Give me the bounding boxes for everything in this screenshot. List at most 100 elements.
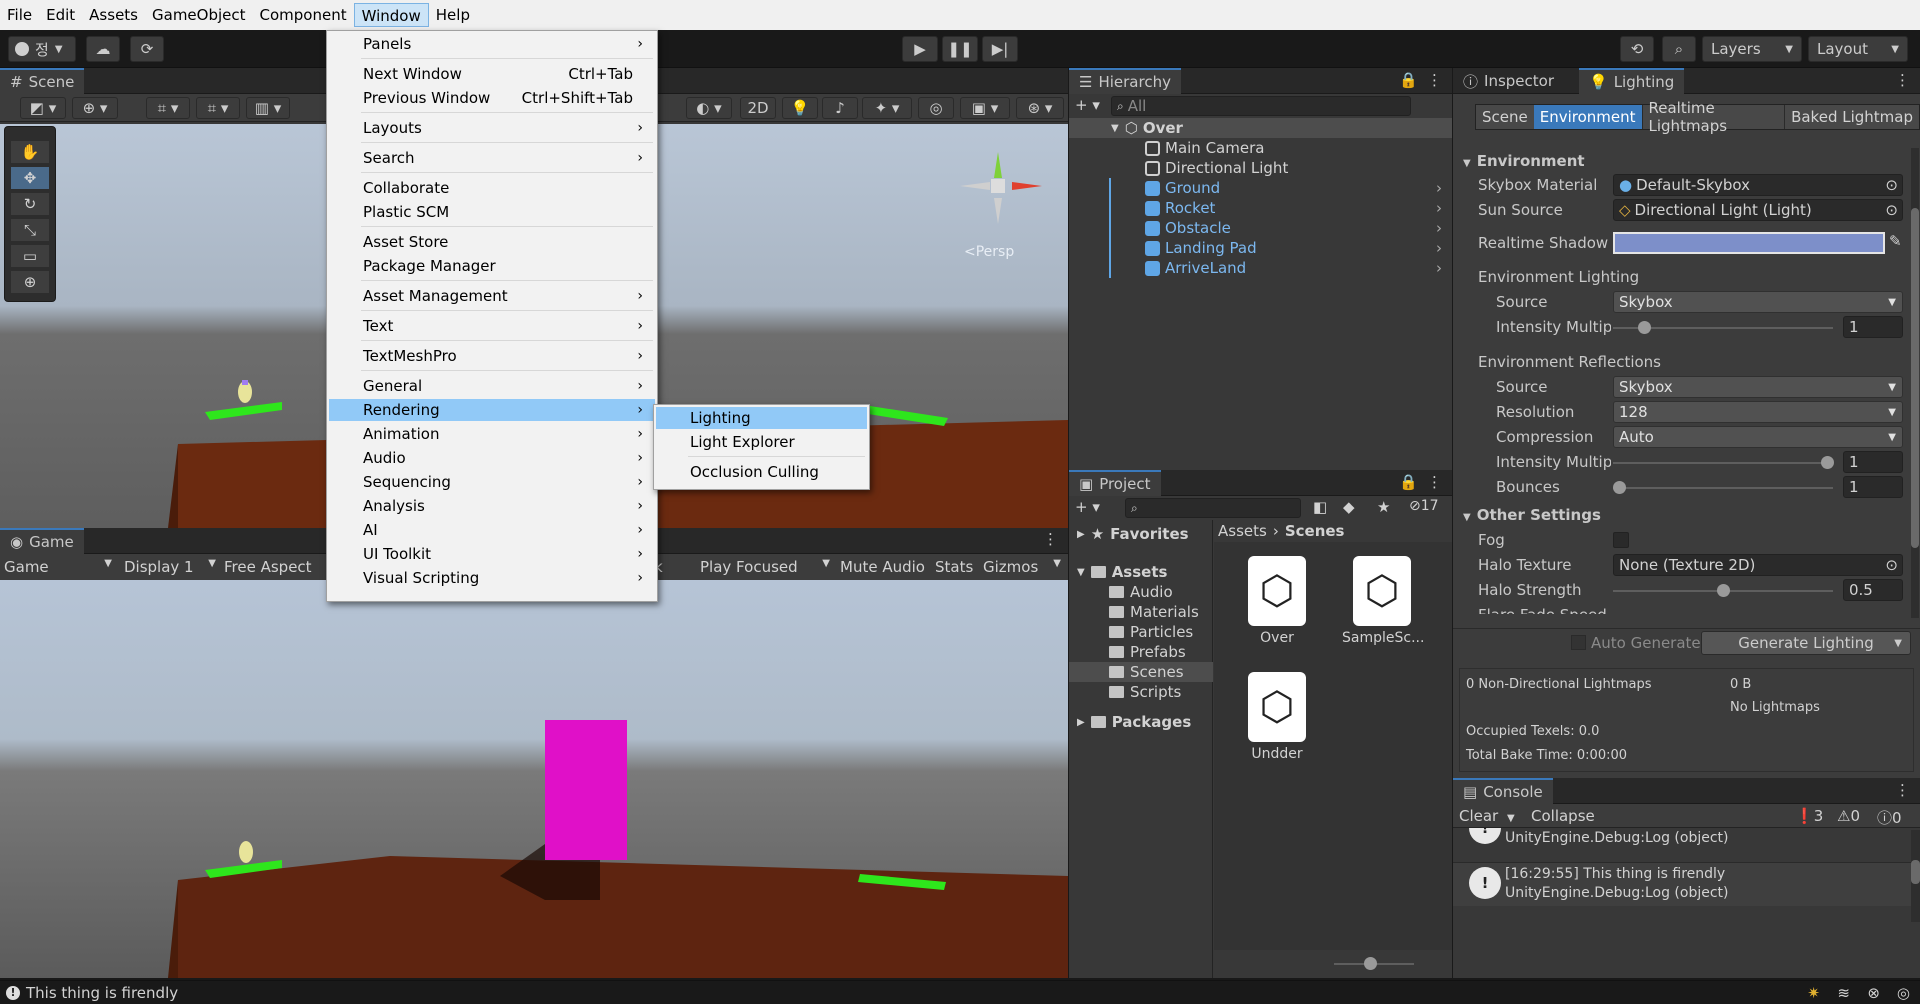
info-filter[interactable]: ⓘ0 [1877,807,1902,828]
play-focused-dropdown[interactable]: Play Focused ▼ [700,558,830,576]
compression-dropdown[interactable]: Auto ▼ [1613,426,1903,448]
intensity-value[interactable]: 1 [1843,316,1903,338]
filter-type-icon[interactable]: ◧ [1313,498,1327,516]
console-scrollbar[interactable] [1911,830,1920,922]
orientation-gizmo[interactable] [950,134,1050,244]
zoom-knob[interactable] [1364,957,1377,970]
menu-item-asset-management[interactable]: Asset Management › [329,285,655,307]
chevron-right-icon[interactable]: › [1436,259,1442,277]
add-button[interactable]: + ▾ [1075,96,1105,116]
chevron-right-icon[interactable]: › [1436,179,1442,197]
status-message[interactable]: This thing is firendly [26,984,178,1002]
menu-item-textmeshpro[interactable]: TextMeshPro › [329,345,655,367]
bounces-value[interactable]: 1 [1843,476,1903,498]
search-button[interactable]: ⌕ [1662,36,1696,62]
display-dropdown[interactable]: Display 1 ▼ [124,558,216,576]
shading-dropdown[interactable]: ◐ ▾ [686,97,732,119]
zoom-slider[interactable] [1214,950,1452,978]
debug-icon[interactable]: ⊗ [1867,984,1880,1002]
subtab-baked-lightmaps[interactable]: Baked Lightmap [1784,105,1919,129]
object-picker-icon[interactable]: ⊙ [1885,176,1898,194]
refl-source-dropdown[interactable]: Skybox ▼ [1613,376,1903,398]
tab-scene[interactable]: # Scene [0,68,85,94]
folder-item[interactable]: Materials [1069,602,1213,622]
env-source-dropdown[interactable]: Skybox ▼ [1613,291,1903,313]
favorites-item[interactable]: ▶ ★ Favorites [1069,524,1212,544]
global-toggle[interactable]: ⊕ ▾ [72,97,118,119]
project-search[interactable]: ⌕ [1125,498,1301,518]
hierarchy-item[interactable]: ArriveLand › [1069,258,1452,278]
hierarchy-search[interactable]: ⌕ All [1111,96,1411,116]
error-filter[interactable]: ❗3 [1795,807,1823,825]
hand-tool[interactable]: ✋ [11,141,49,163]
hierarchy-item[interactable]: Main Camera [1069,138,1452,158]
object-picker-icon[interactable]: ⊙ [1885,556,1898,574]
mute-audio-button[interactable]: Mute Audio [840,558,925,576]
rotate-tool[interactable]: ↻ [11,193,49,215]
rect-tool[interactable]: ▭ [11,245,49,267]
more-icon[interactable]: ⋮ [1427,473,1442,491]
draw-mode-dropdown[interactable]: ◩ ▾ [20,97,66,119]
progress-icon[interactable]: ◎ [1897,984,1910,1002]
tab-game[interactable]: ◉ Game [0,528,84,554]
transform-tool[interactable]: ⊕ [11,271,49,293]
more-icon[interactable]: ⋮ [1895,71,1910,89]
gizmos-button[interactable]: Gizmos ▼ [983,558,1061,576]
menu-edit[interactable]: Edit [39,3,82,27]
subtab-scene[interactable]: Scene [1476,105,1534,129]
cloud-button[interactable]: ☁ [86,36,120,62]
visibility-toggle[interactable]: ◎ [918,97,954,119]
chevron-right-icon[interactable]: › [1436,219,1442,237]
hierarchy-item[interactable]: Rocket › [1069,198,1452,218]
tab-inspector[interactable]: ⓘ Inspector [1453,68,1564,94]
menu-gameobject[interactable]: GameObject [145,3,253,27]
hierarchy-item[interactable]: Obstacle › [1069,218,1452,238]
refl-intensity-value[interactable]: 1 [1843,451,1903,473]
lighting-toggle[interactable]: 💡 [782,97,818,119]
persp-label[interactable]: <Persp [964,244,1014,260]
menu-item-asset-store[interactable]: Asset Store [329,231,655,253]
scale-tool[interactable]: ⤡ [11,219,49,241]
tab-project[interactable]: ▣ Project [1069,470,1161,496]
resolution-dropdown[interactable]: 128 ▼ [1613,401,1903,423]
gizmos-dropdown[interactable]: ⊛ ▾ [1016,97,1064,119]
asset-samplescene[interactable]: ⬡ SampleSc... [1342,556,1424,646]
folder-item[interactable]: Scenes [1069,662,1213,682]
inspector-scrollbar[interactable] [1911,148,1919,618]
breadcrumb-assets[interactable]: Assets [1218,522,1267,540]
submenu-item-lighting[interactable]: Lighting [656,407,867,429]
menu-window[interactable]: Window [353,3,429,27]
scene-root[interactable]: ▼ ⬡ Over [1069,118,1452,138]
refl-intensity-knob[interactable] [1821,456,1834,469]
mode-2d-button[interactable]: 2D [740,97,776,119]
menu-item-package-manager[interactable]: Package Manager [329,255,655,277]
star-icon[interactable]: ★ [1377,498,1390,516]
menu-item-plastic-scm[interactable]: Plastic SCM [329,201,655,223]
menu-item-collaborate[interactable]: Collaborate [329,177,655,199]
collapse-button[interactable]: Collapse [1531,807,1595,825]
tab-hierarchy[interactable]: ☰ Hierarchy [1069,68,1181,94]
object-picker-icon[interactable]: ⊙ [1885,201,1898,219]
game-viewport[interactable] [0,580,1068,978]
lock-icon[interactable]: 🔒 [1399,473,1418,491]
play-button[interactable]: ▶ [902,36,938,62]
hidden-packages-toggle[interactable]: ⊘17 [1409,498,1439,514]
auto-generate-checkbox[interactable] [1571,635,1586,650]
asset-over[interactable]: ⬡ Over [1242,556,1312,646]
account-button[interactable]: 정 ▼ [8,36,76,62]
console-entry[interactable]: ! [16:29:55] This thing is firendly Unit… [1453,862,1911,906]
warning-filter[interactable]: ⚠0 [1837,807,1860,825]
lock-icon[interactable]: 🔒 [1399,71,1418,89]
packages-item[interactable]: ▶ Packages [1069,712,1212,732]
add-button[interactable]: + ▾ [1075,498,1100,516]
history-button[interactable]: ⟲ [1620,36,1654,62]
step-button[interactable]: ▶| [982,36,1018,62]
breadcrumb-scenes[interactable]: Scenes [1285,522,1345,540]
stats-button[interactable]: Stats [935,558,973,576]
intensity-knob[interactable] [1638,321,1651,334]
menu-file[interactable]: File [0,3,39,27]
generate-lighting-button[interactable]: Generate Lighting ▼ [1701,631,1911,655]
layout-dropdown[interactable]: Layout ▼ [1808,36,1908,62]
bounces-knob[interactable] [1613,481,1626,494]
fog-checkbox[interactable] [1613,532,1629,548]
